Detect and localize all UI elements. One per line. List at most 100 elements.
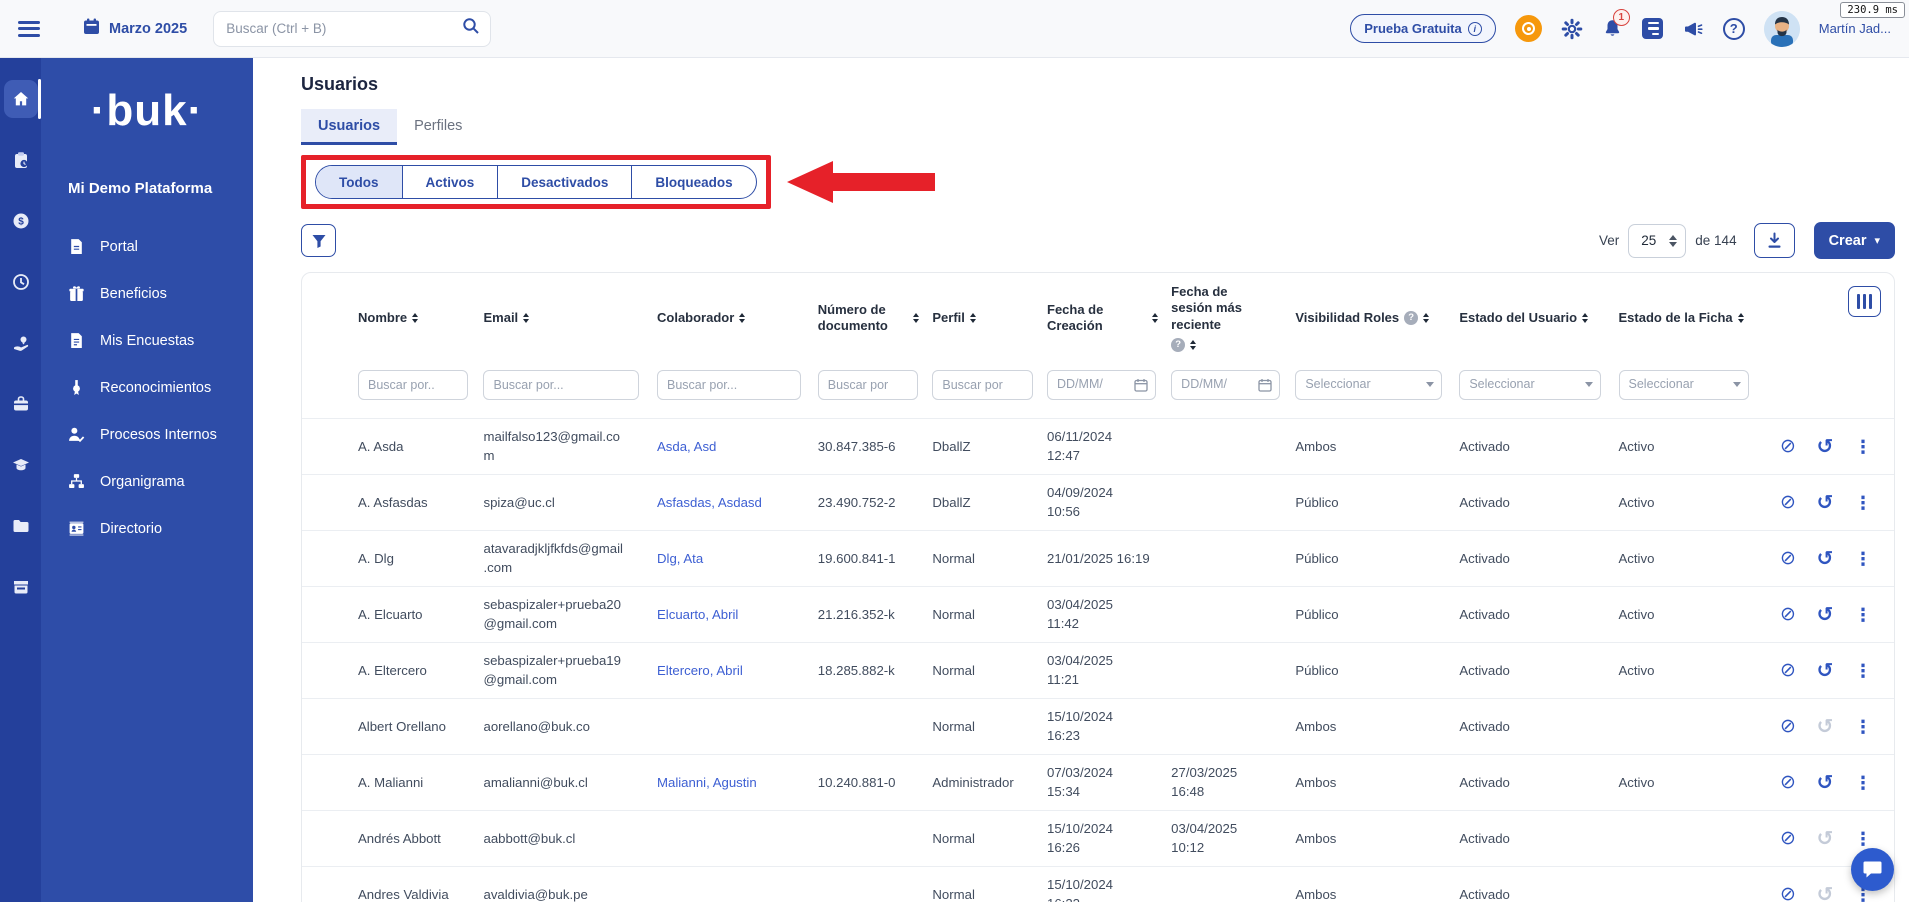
restore-icon[interactable]: ↺	[1817, 661, 1834, 681]
rail-talent-icon[interactable]	[0, 326, 41, 360]
restore-icon[interactable]: ↺	[1817, 885, 1834, 902]
deactivate-icon[interactable]: ⊘	[1780, 773, 1796, 792]
filter-perfil[interactable]	[932, 363, 1047, 419]
filter-colaborador-input[interactable]	[667, 377, 793, 392]
deactivate-icon[interactable]: ⊘	[1780, 437, 1796, 456]
restore-icon[interactable]: ↺	[1817, 437, 1834, 457]
collaborator-link[interactable]: Dlg, Ata	[657, 551, 703, 566]
collaborator-link[interactable]: Malianni, Agustin	[657, 775, 757, 790]
download-button[interactable]	[1753, 223, 1795, 258]
kebab-menu-icon[interactable]: ⋮	[1854, 494, 1872, 512]
tab-perfiles[interactable]: Perfiles	[397, 109, 479, 145]
filter-colaborador[interactable]	[657, 363, 818, 419]
col-header-colaborador[interactable]: Colaborador	[657, 273, 818, 363]
chat-bubble-button[interactable]	[1851, 848, 1894, 891]
sidebar-item-portal[interactable]: Portal	[41, 223, 253, 270]
global-search-input[interactable]	[226, 21, 463, 36]
rail-home-icon[interactable]	[0, 79, 41, 119]
col-header-visibilidad-roles[interactable]: Visibilidad Roles?	[1295, 273, 1459, 363]
global-search[interactable]	[213, 10, 492, 47]
rail-benefits-case-icon[interactable]	[0, 387, 41, 421]
collaborator-link[interactable]: Eltercero, Abril	[657, 663, 743, 678]
deactivate-icon[interactable]: ⊘	[1780, 829, 1796, 848]
create-button[interactable]: Crear ▾	[1813, 222, 1895, 259]
restore-icon[interactable]: ↺	[1817, 493, 1834, 513]
filter-estado-ficha[interactable]: Seleccionar	[1618, 363, 1765, 419]
sidebar-item-procesos-internos[interactable]: Procesos Internos	[41, 411, 253, 458]
rail-education-icon[interactable]	[0, 448, 41, 482]
sidebar-item-reconocimientos[interactable]: Reconocimientos	[41, 364, 253, 411]
sort-icon[interactable]	[739, 313, 746, 323]
collaborator-link[interactable]: Asda, Asd	[657, 439, 716, 454]
col-header-estado-usuario[interactable]: Estado del Usuario	[1459, 273, 1618, 363]
filter-nombre[interactable]	[302, 363, 483, 419]
help-icon[interactable]: ?	[1404, 310, 1419, 325]
settings-gear-icon[interactable]	[1561, 18, 1583, 40]
sort-icon[interactable]	[1190, 340, 1197, 350]
megaphone-icon[interactable]	[1682, 18, 1704, 40]
restore-icon[interactable]: ↺	[1817, 773, 1834, 793]
deactivate-icon[interactable]: ⊘	[1780, 885, 1796, 902]
help-icon[interactable]: ?	[1171, 337, 1186, 352]
rail-marketplace-icon[interactable]	[0, 570, 41, 604]
search-icon[interactable]	[462, 17, 480, 40]
sort-icon[interactable]	[1737, 313, 1744, 323]
filter-email-input[interactable]	[493, 377, 632, 392]
sort-icon[interactable]	[913, 313, 920, 323]
table-row[interactable]: A. Eltercero sebaspizaler+prueba19 @gmai…	[302, 642, 1894, 699]
sidebar-item-beneficios[interactable]: Beneficios	[41, 270, 253, 317]
notifications-bell-icon[interactable]: 1	[1602, 9, 1630, 39]
filter-nombre-input[interactable]	[368, 377, 461, 392]
filter-fecha-creacion[interactable]: DD/MM/	[1047, 363, 1171, 419]
restore-icon[interactable]: ↺	[1817, 549, 1834, 569]
table-row[interactable]: A. Malianni amalianni@buk.cl Malianni, A…	[302, 754, 1894, 811]
segment-desactivados[interactable]: Desactivados	[497, 166, 631, 198]
rail-time-icon[interactable]	[0, 265, 41, 299]
col-header-fecha-creacion[interactable]: Fecha de Creación	[1047, 273, 1171, 363]
table-row[interactable]: A. Asda mailfalso123@gmail.co m Asda, As…	[302, 418, 1894, 475]
sort-icon[interactable]	[1582, 313, 1589, 323]
segment-todos[interactable]: Todos	[316, 166, 402, 198]
filter-numero-input[interactable]	[827, 377, 910, 392]
col-header-numero-documento[interactable]: Número de documento	[818, 273, 933, 363]
table-row[interactable]: Albert Orellano aorellano@buk.co Normal …	[302, 698, 1894, 755]
table-row[interactable]: Andres Valdivia avaldivia@buk.pe Normal …	[302, 866, 1894, 902]
segment-activos[interactable]: Activos	[401, 166, 498, 198]
hamburger-menu-icon[interactable]	[18, 20, 40, 37]
filter-estado-usuario[interactable]: Seleccionar	[1459, 363, 1618, 419]
deactivate-icon[interactable]: ⊘	[1780, 717, 1796, 736]
rail-clipboard-clock-icon[interactable]	[0, 143, 41, 177]
col-header-email[interactable]: Email	[483, 273, 657, 363]
kebab-menu-icon[interactable]: ⋮	[1854, 830, 1872, 848]
filter-email[interactable]	[483, 363, 657, 419]
collaborator-link[interactable]: Elcuarto, Abril	[657, 607, 738, 622]
table-row[interactable]: Andrés Abbott aabbott@buk.cl Normal 15/1…	[302, 810, 1894, 867]
rail-folder-icon[interactable]	[0, 509, 41, 543]
tasks-icon[interactable]	[1641, 18, 1663, 39]
table-row[interactable]: A. Elcuarto sebaspizaler+prueba20 @gmail…	[302, 586, 1894, 643]
collaborator-link[interactable]: Asfasdas, Asdasd	[657, 495, 762, 510]
sort-icon[interactable]	[969, 313, 976, 323]
user-name[interactable]: Martín Jad...	[1819, 21, 1891, 36]
user-avatar[interactable]	[1763, 10, 1800, 47]
deactivate-icon[interactable]: ⊘	[1780, 549, 1796, 568]
col-header-estado-ficha[interactable]: Estado de la Ficha	[1619, 273, 1765, 363]
period-selector[interactable]: Marzo 2025	[82, 17, 187, 41]
col-header-nombre[interactable]: Nombre	[302, 273, 483, 363]
sort-icon[interactable]	[523, 313, 530, 323]
kebab-menu-icon[interactable]: ⋮	[1854, 774, 1872, 792]
kebab-menu-icon[interactable]: ⋮	[1854, 438, 1872, 456]
col-header-fecha-sesion[interactable]: Fecha de sesión más reciente?	[1171, 273, 1295, 363]
filter-numero-documento[interactable]	[817, 363, 933, 419]
deactivate-icon[interactable]: ⊘	[1780, 493, 1796, 512]
sort-icon[interactable]	[1152, 313, 1159, 323]
sidebar-item-directorio[interactable]: Directorio	[41, 505, 253, 552]
kebab-menu-icon[interactable]: ⋮	[1854, 662, 1872, 680]
table-row[interactable]: A. Dlg atavaradjkljfkfds@gmail .com Dlg,…	[302, 530, 1894, 587]
column-settings-button[interactable]	[1848, 286, 1881, 317]
filter-perfil-input[interactable]	[942, 377, 1025, 392]
sidebar-item-mis-encuestas[interactable]: Mis Encuestas	[41, 317, 253, 364]
sort-icon[interactable]	[1423, 313, 1430, 323]
filter-funnel-button[interactable]	[301, 224, 336, 257]
restore-icon[interactable]: ↺	[1817, 605, 1834, 625]
